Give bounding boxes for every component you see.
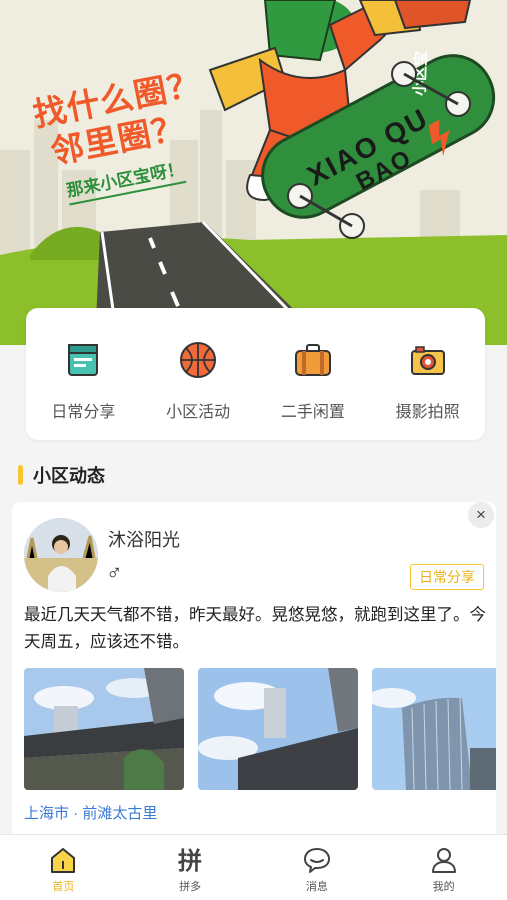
- post-category-tag[interactable]: 日常分享: [410, 564, 484, 590]
- category-label: 小区活动: [166, 404, 231, 421]
- post-card[interactable]: × 沐浴阳光 ♂ 日常分享 最近几天天气都不错，昨天最好。晃悠晃悠，就跑到这里了…: [12, 502, 496, 842]
- home-icon: [51, 848, 76, 873]
- category-label: 摄影拍照: [395, 404, 460, 421]
- post-photo[interactable]: [198, 668, 358, 790]
- svg-text:拼: 拼: [178, 848, 202, 875]
- avatar-image: [24, 518, 98, 592]
- category-daily-share[interactable]: 日常分享: [26, 308, 141, 440]
- post-photo[interactable]: [24, 668, 184, 790]
- category-label: 日常分享: [51, 404, 116, 421]
- section-title: 小区动态: [33, 466, 105, 486]
- category-grid: 日常分享 小区活动 二手闲置 摄影拍照: [26, 308, 485, 440]
- bottom-tab-bar: 首页 拼 拼多 消息 我的: [0, 834, 507, 900]
- photo-gallery: [24, 668, 496, 790]
- post-photo[interactable]: [372, 668, 496, 790]
- tab-label: 我的: [432, 881, 455, 893]
- message-icon: [303, 848, 330, 873]
- section-accent-bar: [18, 465, 23, 485]
- book-icon: [68, 344, 99, 376]
- tab-pinduo[interactable]: 拼 拼多: [127, 835, 254, 900]
- section-header: 小区动态: [18, 462, 105, 488]
- tab-home[interactable]: 首页: [0, 835, 127, 900]
- camera-icon: [410, 346, 445, 375]
- male-icon: ♂: [106, 560, 123, 585]
- user-name[interactable]: 沐浴阳光: [108, 526, 180, 552]
- category-label: 二手闲置: [280, 404, 345, 421]
- tab-label: 首页: [52, 881, 75, 893]
- post-text: 最近几天天气都不错，昨天最好。晃悠晃悠，就跑到这里了。今天周五，应该还不错。: [24, 606, 486, 651]
- close-button[interactable]: ×: [468, 502, 494, 528]
- photo-building-2: [198, 668, 358, 790]
- tab-messages[interactable]: 消息: [254, 835, 381, 900]
- tab-profile[interactable]: 我的: [380, 835, 507, 900]
- category-secondhand[interactable]: 二手闲置: [256, 308, 371, 440]
- photo-building-3: [372, 668, 496, 790]
- hero-banner[interactable]: 小区宝 XIAO QU BAO 找什么圈？ 邻里圈？ 那来小区宝呀！: [0, 0, 507, 345]
- avatar[interactable]: [24, 518, 98, 592]
- tab-label: 消息: [305, 881, 328, 893]
- category-community-activity[interactable]: 小区活动: [141, 308, 256, 440]
- suitcase-icon: [294, 344, 331, 376]
- tab-label: 拼多: [179, 881, 202, 893]
- category-photography[interactable]: 摄影拍照: [370, 308, 485, 440]
- photo-building-1: [24, 668, 184, 790]
- post-location[interactable]: 上海市 · 前滩太古里: [24, 802, 157, 823]
- basketball-icon: [180, 342, 217, 378]
- profile-icon: [431, 848, 456, 873]
- pin-icon: 拼: [178, 848, 202, 875]
